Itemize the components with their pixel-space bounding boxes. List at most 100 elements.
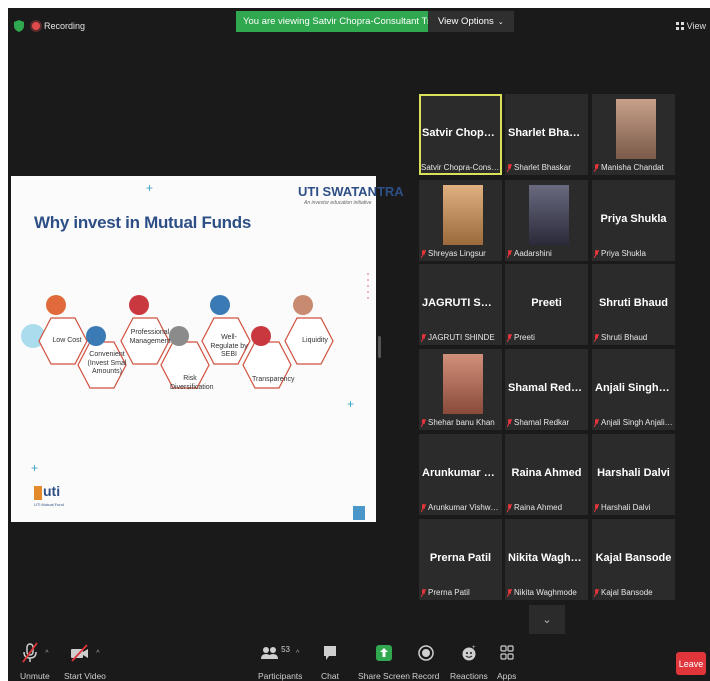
muted-microphone-icon [507, 503, 512, 512]
participant-tile[interactable]: Priya Shukla Priya Shukla [592, 180, 675, 261]
participant-tile[interactable]: Shruti Bhaud Shruti Bhaud [592, 264, 675, 345]
slide-brand: UTI SWATANTRA [298, 184, 404, 199]
participant-display-name: Shruti Bhaud [598, 297, 669, 309]
record-label: Record [412, 671, 440, 681]
participant-tile[interactable]: Satvir Chopra-C... Satvir Chopra-Consulta… [419, 94, 502, 175]
muted-microphone-icon [421, 418, 426, 427]
participant-video [443, 354, 483, 414]
leave-button[interactable]: Leave [676, 652, 706, 675]
participant-name-tag: Arunkumar Vishwakar... [421, 503, 501, 512]
muted-microphone-icon [507, 333, 512, 342]
participant-tile[interactable]: Nikita Waghmode Nikita Waghmode [505, 519, 588, 600]
participant-display-name: Priya Shukla [600, 213, 667, 225]
apps-icon [500, 645, 514, 660]
participant-display-name: Arunkumar Vish... [422, 467, 502, 479]
participant-tile[interactable]: JAGRUTI SHINDE JAGRUTI SHINDE [419, 264, 502, 345]
slide-item-convenient: Convenient (Invest Smal Amounts) [87, 351, 127, 375]
participant-name-label: Sharlet Bhaskar [514, 163, 571, 172]
participant-name-tag: Shreyas Lingsur [421, 249, 486, 258]
participant-name-label: Arunkumar Vishwakar... [428, 503, 501, 512]
participant-name-tag: Shamal Redkar [507, 418, 569, 427]
muted-microphone-icon [594, 163, 599, 172]
participant-tile[interactable]: Preeti Preeti [505, 264, 588, 345]
grid-view-icon [675, 22, 684, 30]
chat-label: Chat [321, 671, 339, 681]
recording-icon [32, 22, 40, 30]
participant-name-tag: Preeti [507, 333, 535, 342]
reactions-icon: + [462, 645, 476, 661]
participant-name-tag: Satvir Chopra-Consultan... [421, 163, 501, 172]
muted-microphone-icon [421, 249, 426, 258]
share-screen-label: Share Screen [358, 671, 410, 681]
participant-tile[interactable]: Manisha Chandat [592, 94, 675, 175]
uti-logo: uti UTI Mutual Fund [34, 483, 71, 510]
reactions-button[interactable]: + Reactions [450, 641, 488, 681]
gallery-scroll-down-button[interactable]: ⌄ [529, 605, 565, 634]
participant-name-label: Satvir Chopra-Consultan... [421, 163, 501, 172]
share-screen-button[interactable]: Share Screen [358, 641, 410, 681]
participant-tile[interactable]: Shehar banu Khan [419, 349, 502, 430]
video-off-icon [71, 644, 89, 662]
svg-text:+: + [472, 645, 476, 651]
apps-button[interactable]: Apps [497, 641, 516, 681]
slide-item-well-regulated: Well-Regulate by SEBI [210, 334, 248, 358]
share-screen-icon [375, 645, 392, 661]
participant-tile[interactable]: Sharlet Bhaskar Sharlet Bhaskar [505, 94, 588, 175]
view-options-button[interactable]: View Options ⌄ [428, 11, 514, 32]
muted-microphone-icon [421, 503, 426, 512]
participant-tile[interactable]: Prerna Patil Prerna Patil [419, 519, 502, 600]
participant-video [529, 185, 569, 245]
participant-name-tag: Shehar banu Khan [421, 418, 495, 427]
participant-tile[interactable]: Raina Ahmed Raina Ahmed [505, 434, 588, 515]
uti-logo-sub: UTI Mutual Fund [34, 502, 64, 507]
participant-display-name: Prerna Patil [429, 552, 492, 564]
muted-microphone-icon [507, 249, 512, 258]
participant-name-label: Shehar banu Khan [428, 418, 495, 427]
zoom-meeting-window: Recording You are viewing Satvir Chopra-… [8, 8, 710, 681]
participant-name-tag: Raina Ahmed [507, 503, 562, 512]
participant-name-tag: Shruti Bhaud [594, 333, 647, 342]
security-shield-icon[interactable] [14, 20, 24, 32]
chat-button[interactable]: Chat [321, 641, 339, 681]
svg-text:+: + [146, 181, 153, 195]
participants-button[interactable]: 53 ^ Participants [258, 641, 302, 681]
participant-tile[interactable]: Arunkumar Vish... Arunkumar Vishwakar... [419, 434, 502, 515]
muted-microphone-icon [594, 503, 599, 512]
video-options-caret[interactable]: ^ [96, 650, 99, 657]
participant-display-name: Anjali Singh Anj... [595, 382, 675, 394]
participant-name-tag: Harshali Dalvi [594, 503, 650, 512]
muted-microphone-icon [594, 333, 599, 342]
start-video-button[interactable]: ^ Start Video [64, 641, 106, 681]
participant-name-label: Prerna Patil [428, 588, 470, 597]
muted-microphone-icon [22, 642, 38, 663]
participants-icon [261, 647, 279, 659]
svg-text:+: + [31, 461, 38, 475]
audio-options-caret[interactable]: ^ [45, 650, 48, 657]
participant-tile[interactable]: Aadarshini [505, 180, 588, 261]
slide-item-professional-management: Professional Management [129, 329, 171, 345]
participants-options-caret[interactable]: ^ [296, 650, 299, 657]
participant-name-label: Shamal Redkar [514, 418, 570, 427]
participant-tile[interactable]: Harshali Dalvi Harshali Dalvi [592, 434, 675, 515]
record-button[interactable]: Record [412, 641, 439, 681]
svg-text:+: + [347, 397, 354, 411]
participant-tile[interactable]: Kajal Bansode Kajal Bansode [592, 519, 675, 600]
slide-item-transparency: Transparency [252, 376, 295, 383]
unmute-button[interactable]: ^ Unmute [20, 641, 50, 681]
slide-brand-tagline: An investor education initiative [304, 200, 372, 206]
muted-microphone-icon [594, 249, 599, 258]
participant-tile[interactable]: Anjali Singh Anj... Anjali Singh Anjali S… [592, 349, 675, 430]
participant-name-label: Shreyas Lingsur [428, 249, 486, 258]
participant-display-name: Kajal Bansode [595, 552, 672, 564]
participant-name-tag: Sharlet Bhaskar [507, 163, 571, 172]
view-button[interactable]: View [675, 21, 706, 31]
recording-indicator: Recording [32, 21, 85, 31]
slide-title: Why invest in Mutual Funds [34, 213, 251, 232]
split-view-handle[interactable] [378, 336, 381, 358]
muted-microphone-icon [421, 333, 426, 342]
participant-name-label: Manisha Chandat [601, 163, 664, 172]
top-bar: Recording You are viewing Satvir Chopra-… [8, 8, 710, 42]
participant-tile[interactable]: Shreyas Lingsur [419, 180, 502, 261]
participant-tile[interactable]: Shamal Redkar Shamal Redkar [505, 349, 588, 430]
participant-display-name: Harshali Dalvi [597, 467, 670, 479]
